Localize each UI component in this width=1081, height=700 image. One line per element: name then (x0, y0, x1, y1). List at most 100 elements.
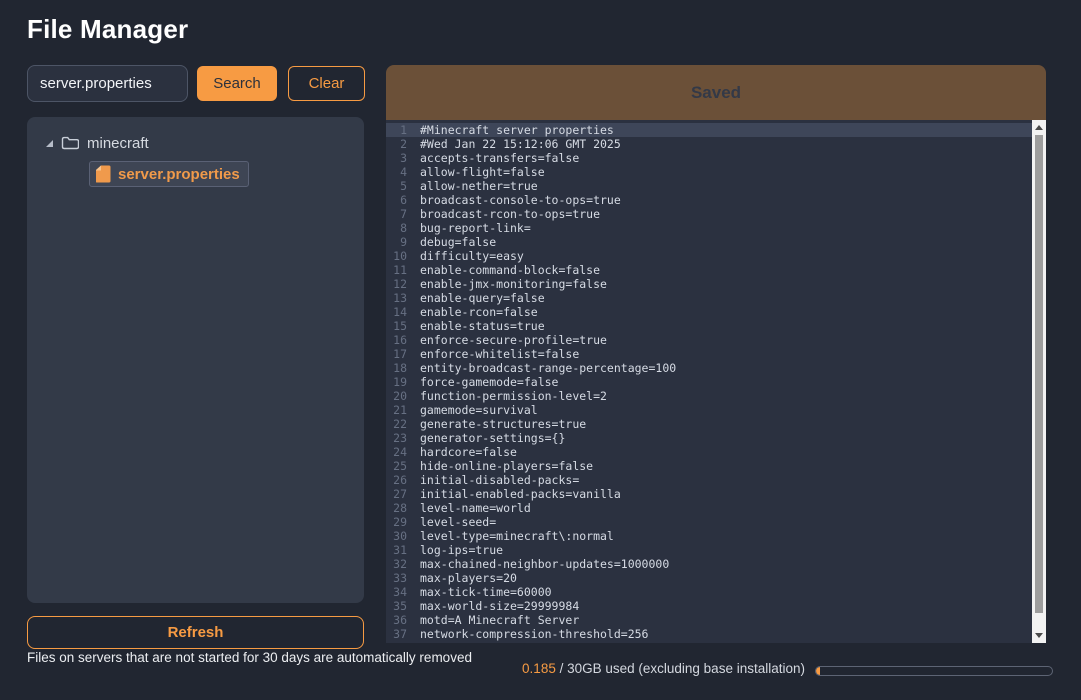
code-line[interactable]: 32max-chained-neighbor-updates=1000000 (386, 557, 1046, 571)
code-line[interactable]: 13enable-query=false (386, 291, 1046, 305)
scrollbar-thumb[interactable] (1035, 135, 1043, 613)
code-line[interactable]: 9debug=false (386, 235, 1046, 249)
code-line[interactable]: 4allow-flight=false (386, 165, 1046, 179)
code-text[interactable]: function-permission-level=2 (420, 389, 607, 403)
code-text[interactable]: gamemode=survival (420, 403, 538, 417)
code-line[interactable]: 7broadcast-rcon-to-ops=true (386, 207, 1046, 221)
code-line[interactable]: 30level-type=minecraft\:normal (386, 529, 1046, 543)
code-text[interactable]: motd=A Minecraft Server (420, 613, 579, 627)
code-text[interactable]: log-ips=true (420, 543, 503, 557)
code-text[interactable]: generator-settings={} (420, 431, 565, 445)
code-line[interactable]: 35max-world-size=29999984 (386, 599, 1046, 613)
code-text[interactable]: force-gamemode=false (420, 375, 558, 389)
code-text[interactable]: broadcast-console-to-ops=true (420, 193, 621, 207)
code-text[interactable]: enforce-secure-profile=true (420, 333, 607, 347)
code-line[interactable]: 24hardcore=false (386, 445, 1046, 459)
tree-folder-minecraft[interactable]: minecraft (37, 131, 354, 155)
code-line[interactable]: 29level-seed= (386, 515, 1046, 529)
code-line[interactable]: 23generator-settings={} (386, 431, 1046, 445)
code-text[interactable]: max-tick-time=60000 (420, 585, 552, 599)
code-line[interactable]: 16enforce-secure-profile=true (386, 333, 1046, 347)
tree-file-server-properties[interactable]: server.properties (89, 161, 249, 187)
code-text[interactable]: enable-rcon=false (420, 305, 538, 319)
code-line[interactable]: 11enable-command-block=false (386, 263, 1046, 277)
code-text[interactable]: broadcast-rcon-to-ops=true (420, 207, 600, 221)
code-line[interactable]: 15enable-status=true (386, 319, 1046, 333)
code-line[interactable]: 28level-name=world (386, 501, 1046, 515)
code-line[interactable]: 18entity-broadcast-range-percentage=100 (386, 361, 1046, 375)
code-text[interactable]: allow-nether=true (420, 179, 538, 193)
line-number: 35 (386, 599, 420, 613)
code-text[interactable]: #Minecraft server properties (420, 123, 614, 137)
search-button[interactable]: Search (197, 66, 277, 101)
code-text[interactable]: enforce-whitelist=false (420, 347, 579, 361)
code-line[interactable]: 6broadcast-console-to-ops=true (386, 193, 1046, 207)
code-text[interactable]: network-compression-threshold=256 (420, 627, 648, 641)
editor-scrollbar[interactable] (1032, 120, 1046, 643)
code-text[interactable]: generate-structures=true (420, 417, 586, 431)
code-line[interactable]: 27initial-enabled-packs=vanilla (386, 487, 1046, 501)
line-number: 11 (386, 263, 420, 277)
code-line[interactable]: 21gamemode=survival (386, 403, 1046, 417)
line-number: 3 (386, 151, 420, 165)
code-text[interactable]: accepts-transfers=false (420, 151, 579, 165)
code-text[interactable]: allow-flight=false (420, 165, 545, 179)
code-line[interactable]: 2#Wed Jan 22 15:12:06 GMT 2025 (386, 137, 1046, 151)
code-text[interactable]: debug=false (420, 235, 496, 249)
code-line[interactable]: 37network-compression-threshold=256 (386, 627, 1046, 641)
code-line[interactable]: 25hide-online-players=false (386, 459, 1046, 473)
code-line[interactable]: 1#Minecraft server properties (386, 123, 1046, 137)
code-text[interactable]: entity-broadcast-range-percentage=100 (420, 361, 676, 375)
code-line[interactable]: 19force-gamemode=false (386, 375, 1046, 389)
code-text[interactable]: hide-online-players=false (420, 459, 593, 473)
code-line[interactable]: 17enforce-whitelist=false (386, 347, 1046, 361)
code-line[interactable]: 34max-tick-time=60000 (386, 585, 1046, 599)
code-line[interactable]: 26initial-disabled-packs= (386, 473, 1046, 487)
code-text[interactable]: #Wed Jan 22 15:12:06 GMT 2025 (420, 137, 621, 151)
code-line[interactable]: 22generate-structures=true (386, 417, 1046, 431)
line-number: 8 (386, 221, 420, 235)
code-text[interactable]: hardcore=false (420, 445, 517, 459)
code-line[interactable]: 36motd=A Minecraft Server (386, 613, 1046, 627)
line-number: 1 (386, 123, 420, 137)
tree-file-label: server.properties (118, 166, 240, 183)
code-text[interactable]: level-name=world (420, 501, 531, 515)
line-number: 27 (386, 487, 420, 501)
code-line[interactable]: 10difficulty=easy (386, 249, 1046, 263)
code-line[interactable]: 14enable-rcon=false (386, 305, 1046, 319)
code-text[interactable]: level-seed= (420, 515, 496, 529)
code-line[interactable]: 5allow-nether=true (386, 179, 1046, 193)
search-input[interactable] (27, 65, 188, 102)
code-line[interactable]: 20function-permission-level=2 (386, 389, 1046, 403)
refresh-button[interactable]: Refresh (27, 616, 364, 649)
code-text[interactable]: level-type=minecraft\:normal (420, 529, 614, 543)
save-status-button[interactable]: Saved (386, 65, 1046, 120)
code-text[interactable]: enable-status=true (420, 319, 545, 333)
code-text[interactable]: initial-disabled-packs= (420, 473, 579, 487)
code-text[interactable]: enable-command-block=false (420, 263, 600, 277)
code-line[interactable]: 33max-players=20 (386, 571, 1046, 585)
code-text[interactable]: initial-enabled-packs=vanilla (420, 487, 621, 501)
code-text[interactable]: max-chained-neighbor-updates=1000000 (420, 557, 669, 571)
clear-button[interactable]: Clear (288, 66, 365, 101)
tree-expander-icon[interactable] (46, 140, 53, 147)
line-number: 7 (386, 207, 420, 221)
scroll-down-icon[interactable] (1035, 633, 1043, 638)
code-text[interactable]: enable-query=false (420, 291, 545, 305)
line-number: 31 (386, 543, 420, 557)
code-text[interactable]: max-world-size=29999984 (420, 599, 579, 613)
file-icon (96, 165, 111, 183)
code-text[interactable]: bug-report-link= (420, 221, 531, 235)
line-number: 26 (386, 473, 420, 487)
line-number: 33 (386, 571, 420, 585)
code-text[interactable]: difficulty=easy (420, 249, 524, 263)
code-editor[interactable]: 1#Minecraft server properties2#Wed Jan 2… (386, 120, 1046, 643)
scroll-up-icon[interactable] (1035, 125, 1043, 130)
footer-notice: Files on servers that are not started fo… (27, 650, 472, 665)
code-text[interactable]: enable-jmx-monitoring=false (420, 277, 607, 291)
code-line[interactable]: 12enable-jmx-monitoring=false (386, 277, 1046, 291)
code-text[interactable]: max-players=20 (420, 571, 517, 585)
code-line[interactable]: 3accepts-transfers=false (386, 151, 1046, 165)
code-line[interactable]: 31log-ips=true (386, 543, 1046, 557)
code-line[interactable]: 8bug-report-link= (386, 221, 1046, 235)
